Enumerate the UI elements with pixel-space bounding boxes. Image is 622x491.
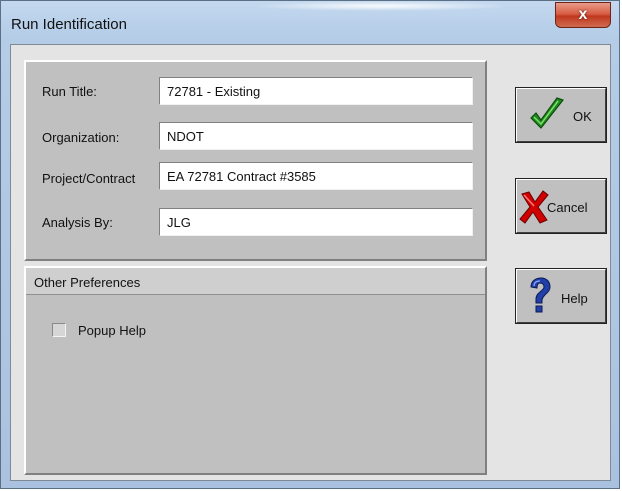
organization-label: Organization:	[42, 130, 120, 145]
analysis-by-input[interactable]: JLG	[159, 208, 473, 236]
project-contract-input[interactable]: EA 72781 Contract #3585	[159, 162, 473, 190]
title-bar[interactable]: Run Identification x	[1, 1, 619, 45]
x-mark-icon	[519, 190, 549, 224]
cancel-button-label: Cancel	[547, 200, 588, 215]
ok-button-label: OK	[573, 109, 592, 124]
popup-help-label[interactable]: Popup Help	[78, 323, 146, 338]
run-title-input[interactable]: 72781 - Existing	[159, 77, 473, 105]
other-preferences-panel: Other Preferences Popup Help	[24, 266, 487, 475]
close-button[interactable]: x	[555, 2, 611, 28]
run-info-panel: Run Title: 72781 - Existing Organization…	[24, 60, 487, 261]
title-bar-glow	[251, 1, 511, 11]
help-button[interactable]: Help	[515, 268, 607, 324]
cancel-button[interactable]: Cancel	[515, 178, 607, 234]
help-button-label: Help	[561, 291, 588, 306]
organization-input[interactable]: NDOT	[159, 122, 473, 150]
popup-help-checkbox[interactable]	[52, 323, 66, 337]
ok-button[interactable]: OK	[515, 87, 607, 143]
other-preferences-header: Other Preferences	[26, 268, 485, 295]
project-contract-label: Project/Contract	[42, 171, 136, 186]
analysis-by-label: Analysis By:	[42, 215, 113, 230]
checkmark-icon	[530, 97, 564, 129]
run-title-label: Run Title:	[42, 84, 97, 99]
question-mark-icon	[530, 277, 551, 313]
window-title: Run Identification	[11, 16, 127, 33]
